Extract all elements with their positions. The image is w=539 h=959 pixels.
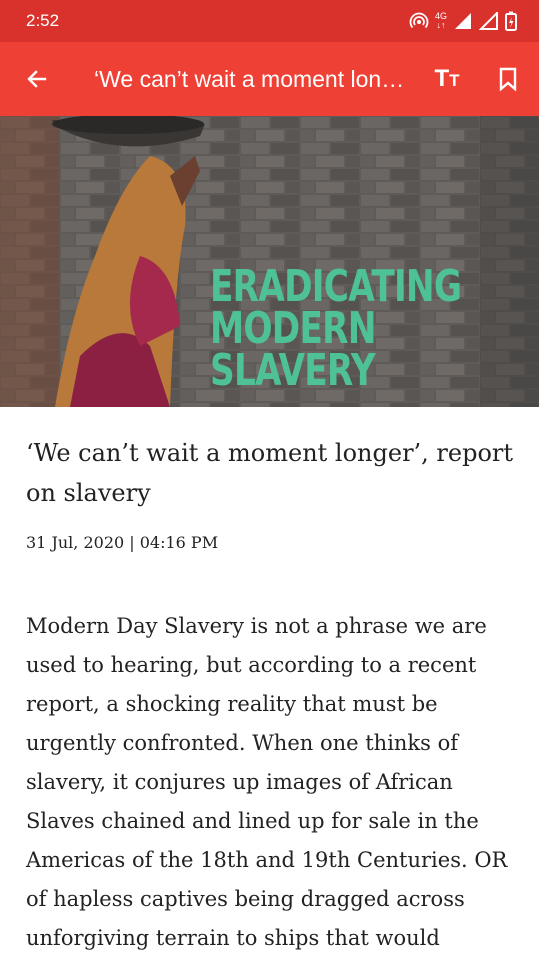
text-size-button[interactable]: TT bbox=[417, 42, 477, 116]
status-bar: 2:52 4G ↓↑ bbox=[0, 0, 539, 42]
article-body: Modern Day Slavery is not a phrase we ar… bbox=[26, 614, 508, 950]
hero-line: ERADICATING bbox=[210, 261, 462, 312]
app-bar-title: ‘We can’t wait a moment longer’, report … bbox=[94, 65, 417, 92]
network-4g-icon: 4G ↓↑ bbox=[434, 11, 447, 30]
status-icons: 4G ↓↑ bbox=[409, 11, 517, 31]
hero-line: SLAVERY bbox=[210, 345, 376, 396]
app-bar: ‘We can’t wait a moment longer’, report … bbox=[0, 42, 539, 116]
status-time: 2:52 bbox=[26, 11, 60, 30]
bookmark-button[interactable] bbox=[477, 42, 539, 116]
text-size-icon: TT bbox=[434, 65, 460, 92]
bookmark-icon bbox=[499, 67, 517, 91]
article-headline: ‘We can’t wait a moment longer’, report … bbox=[26, 439, 514, 507]
battery-icon bbox=[505, 11, 517, 31]
signal-icon bbox=[455, 13, 471, 29]
hero-caption: ERADICATING MODERN SLAVERY bbox=[210, 261, 462, 396]
back-arrow-icon bbox=[27, 70, 47, 88]
hero-image: ERADICATING MODERN SLAVERY bbox=[0, 116, 539, 407]
back-button[interactable] bbox=[0, 42, 74, 116]
hero-line: MODERN bbox=[210, 303, 377, 354]
signal-empty-icon bbox=[479, 12, 498, 30]
article-dateline: 31 Jul, 2020 | 04:16 PM bbox=[26, 533, 219, 552]
hotspot-icon bbox=[409, 12, 429, 29]
